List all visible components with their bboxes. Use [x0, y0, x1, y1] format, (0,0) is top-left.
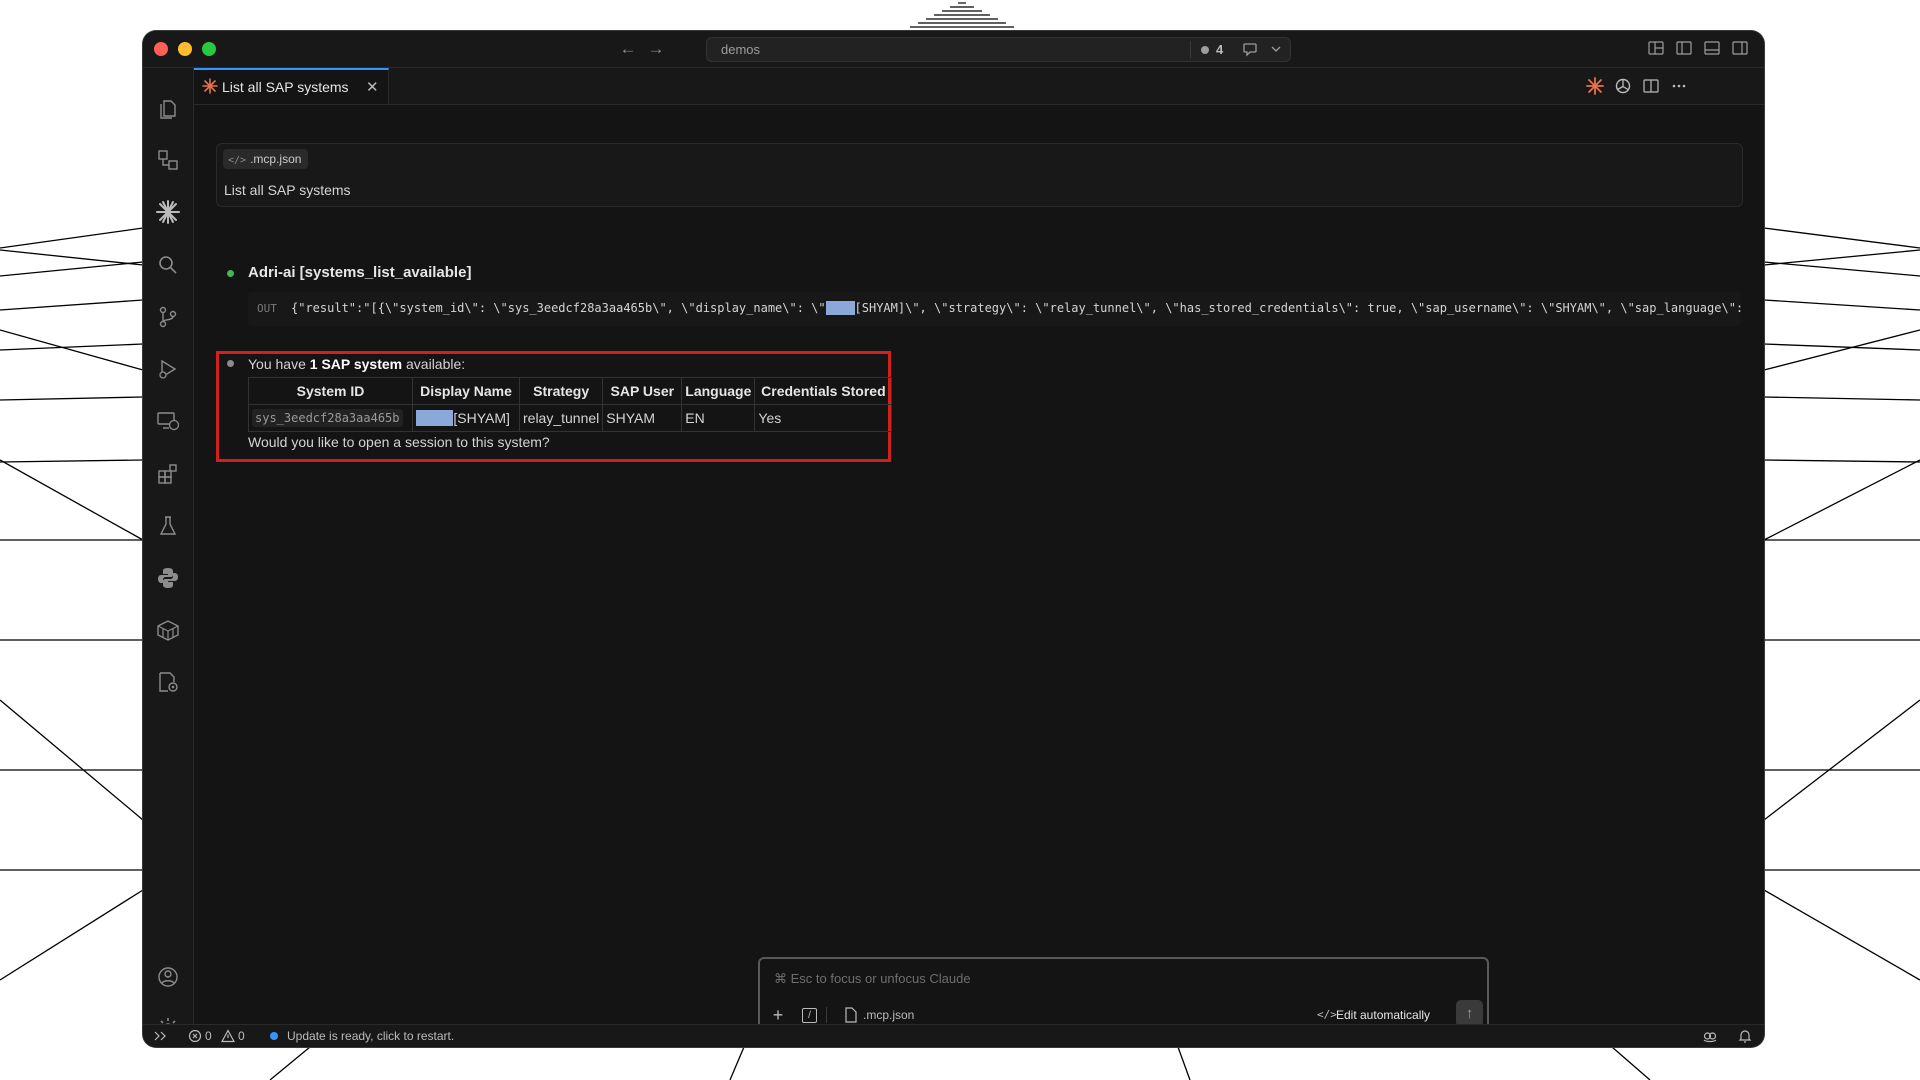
strategy-cell: relay_tunnel [518, 404, 604, 432]
update-dot-icon [270, 1032, 278, 1040]
user-prompt-text: List all SAP systems [224, 182, 351, 198]
status-bar: 0 0 Update is ready, click to restart. [143, 1024, 1764, 1047]
remote-indicator-icon[interactable] [153, 1028, 167, 1044]
credentials-stored-cell: Yes [754, 404, 893, 432]
tool-success-dot-icon [227, 270, 234, 277]
zoom-window-button[interactable] [202, 42, 216, 56]
column-header: SAP User [602, 377, 683, 405]
display-name-cell: XXXX[SHYAM] [412, 404, 520, 432]
warning-count[interactable]: 0 [238, 1029, 245, 1043]
extensions-icon[interactable] [155, 461, 181, 487]
minimize-window-button[interactable] [178, 42, 192, 56]
remote-explorer-icon[interactable] [155, 147, 181, 173]
language-cell: EN [681, 404, 756, 432]
update-message[interactable]: Update is ready, click to restart. [287, 1029, 454, 1043]
chat-icon[interactable] [1242, 40, 1260, 58]
claude-icon[interactable] [155, 199, 181, 225]
answer-question: Would you like to open a session to this… [248, 434, 550, 450]
claude-chat-panel: </> .mcp.json List all SAP systems Adri-a… [194, 105, 1764, 1040]
more-actions-icon[interactable] [1669, 76, 1689, 96]
claude-icon[interactable] [1585, 76, 1605, 96]
forward-arrow-icon[interactable]: → [646, 39, 666, 59]
customize-layout-icon[interactable] [1646, 38, 1666, 58]
table-row: sys_3eedcf28a3aa465b XXXX[SHYAM] relay_t… [248, 404, 893, 432]
openai-icon[interactable] [1613, 76, 1633, 96]
context-file-name: .mcp.json [250, 152, 302, 166]
code-icon: </> [228, 155, 247, 166]
output-label: OUT [257, 302, 277, 315]
answer-intro: You have 1 SAP system available: [248, 356, 466, 372]
account-icon[interactable] [155, 964, 181, 990]
containers-icon[interactable] [155, 617, 181, 643]
run-debug-icon[interactable] [155, 356, 181, 382]
notification-count: 4 [1216, 42, 1224, 57]
tab-list-all-sap-systems[interactable]: List all SAP systems ✕ [194, 68, 389, 104]
attached-file-name[interactable]: .mcp.json [863, 1008, 914, 1022]
close-window-button[interactable] [154, 42, 168, 56]
files-icon[interactable] [155, 96, 181, 122]
column-header: Display Name [412, 377, 520, 405]
user-message: </> .mcp.json List all SAP systems [216, 143, 1743, 207]
chevron-down-icon[interactable] [1269, 40, 1283, 58]
title-bar: ← → demos 4 [143, 31, 1764, 68]
settings-sync-icon[interactable] [155, 669, 181, 695]
toggle-panel-icon[interactable] [1702, 38, 1722, 58]
tool-output-box: OUT {"result":"[{\"system_id\": \"sys_3e… [248, 292, 1741, 326]
error-count[interactable]: 0 [205, 1029, 212, 1043]
toggle-secondary-sidebar-icon[interactable] [1730, 38, 1750, 58]
edit-mode-selector[interactable]: Edit automatically [1336, 1008, 1430, 1022]
assistant-message-dot-icon [227, 360, 234, 367]
system-id-cell: sys_3eedcf28a3aa465b [248, 404, 413, 432]
column-header: Strategy [518, 377, 604, 405]
tab-label: List all SAP systems [222, 79, 349, 95]
split-editor-icon[interactable] [1641, 76, 1661, 96]
command-center-text: demos [721, 42, 761, 57]
sap-user-cell: SHYAM [602, 404, 683, 432]
source-control-icon[interactable] [155, 304, 181, 330]
claude-icon [202, 78, 218, 94]
redacted-block: XXXX [416, 410, 454, 426]
tool-call-title[interactable]: Adri-ai [systems_list_available] [248, 264, 471, 281]
activity-bar: 1 [143, 68, 195, 1043]
table-header-row: System ID Display Name Strategy SAP User… [248, 377, 893, 405]
column-header: System ID [248, 377, 413, 405]
add-context-button[interactable]: + [770, 1006, 786, 1024]
python-icon[interactable] [155, 565, 181, 591]
column-header: Credentials Stored [754, 377, 893, 405]
slash-command-button[interactable]: / [802, 1008, 817, 1023]
sap-systems-table: System ID Display Name Strategy SAP User… [248, 377, 893, 432]
editor-tab-bar: List all SAP systems ✕ [194, 68, 1764, 105]
remote-icon[interactable] [155, 408, 181, 434]
status-dot-icon [1201, 46, 1209, 54]
file-icon [845, 1007, 857, 1023]
context-file-chip[interactable]: </> .mcp.json [223, 149, 309, 169]
vscode-window: ← → demos 4 List all SAP systems ✕ </> .… [143, 31, 1764, 1047]
error-icon[interactable] [188, 1029, 202, 1043]
back-arrow-icon[interactable]: ← [618, 39, 638, 59]
send-button[interactable]: ↑ [1456, 1000, 1483, 1027]
close-tab-icon[interactable]: ✕ [366, 78, 379, 96]
copilot-icon[interactable] [1702, 1028, 1718, 1044]
code-icon: </> [1317, 1008, 1337, 1021]
tool-output-text: {"result":"[{\"system_id\": \"sys_3eedcf… [291, 301, 1741, 315]
toggle-primary-sidebar-icon[interactable] [1674, 38, 1694, 58]
column-header: Language [681, 377, 756, 405]
command-center-search[interactable]: demos 4 [706, 37, 1291, 62]
search-icon[interactable] [155, 252, 181, 278]
warning-icon[interactable] [221, 1029, 235, 1043]
testing-icon[interactable] [155, 513, 181, 539]
chat-input-placeholder[interactable]: ⌘ Esc to focus or unfocus Claude [774, 971, 971, 987]
bell-icon[interactable] [1737, 1028, 1753, 1044]
redacted-block: XXXX [825, 301, 855, 315]
